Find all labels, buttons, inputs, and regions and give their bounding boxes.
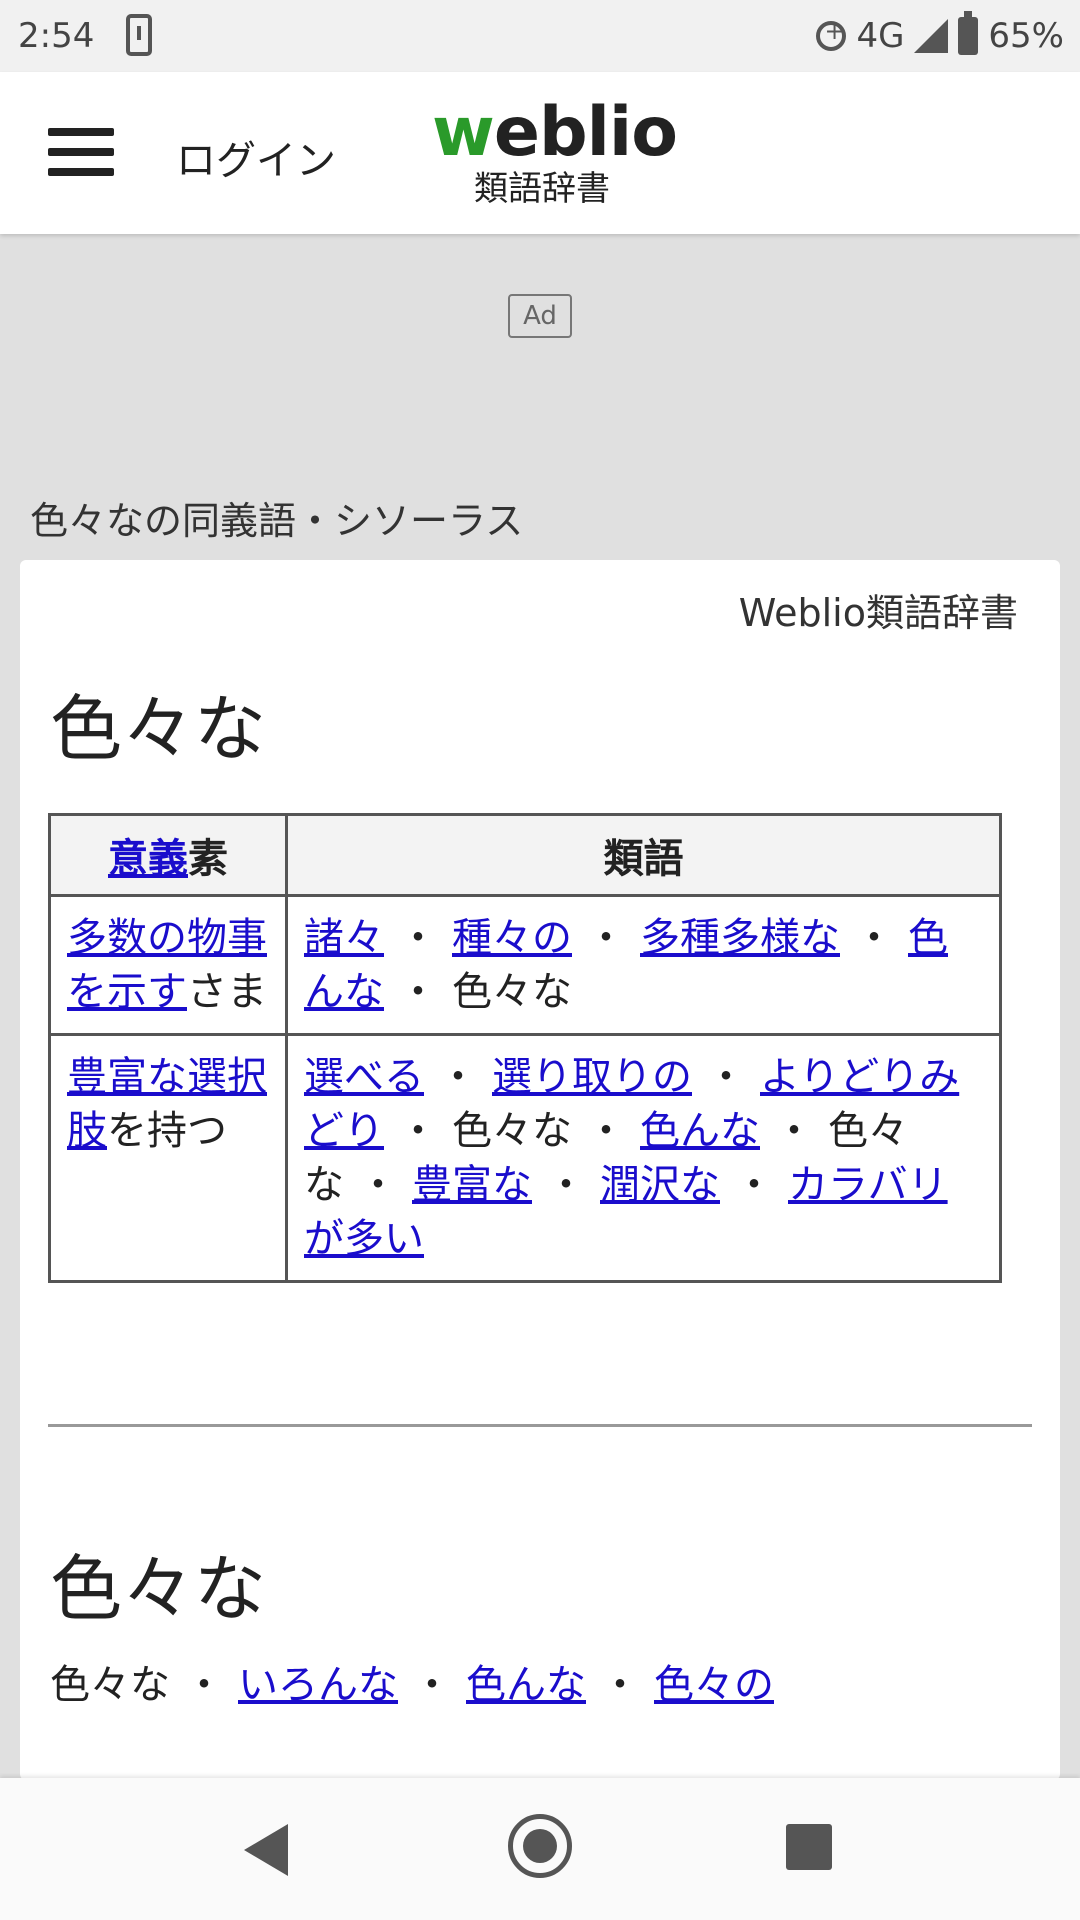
battery-percent: 65% <box>988 16 1064 56</box>
phone-notification-icon <box>126 14 152 56</box>
separator: ・ <box>774 1108 814 1154</box>
sense-rest: さま <box>187 969 267 1015</box>
table-row: 豊富な選択肢を持つ 選べる・選り取りの・よりどりみどり・色々な・色んな・色々な・… <box>48 1033 1002 1283</box>
signal-icon <box>914 19 949 53</box>
battery-icon <box>958 11 979 55</box>
logo-rest: eblio <box>493 93 678 172</box>
login-link[interactable]: ログイン <box>176 128 336 186</box>
synonym-text: 色々な <box>452 1108 572 1154</box>
synonym-link[interactable]: 色々の <box>654 1662 774 1708</box>
sense-cell: 豊富な選択肢を持つ <box>48 1033 288 1283</box>
synonym-list-2: 色々な・いろんな・色んな・色々の <box>50 1652 774 1710</box>
separator: ・ <box>184 1662 224 1708</box>
synonym-link[interactable]: 色んな <box>640 1108 760 1154</box>
synonym-link[interactable]: 諸々 <box>304 915 384 961</box>
synonym-link[interactable]: 豊富な <box>412 1162 532 1208</box>
separator: ・ <box>546 1162 586 1208</box>
sense-cell: 多数の物事を示すさま <box>48 894 288 1036</box>
synonym-table: 意義素 類語 多数の物事を示すさま 諸々・種々の・多種多様な・色んな・色々な 豊… <box>48 813 1002 1283</box>
section-label: 色々なの同義語・シソーラス <box>30 499 524 543</box>
table-header-row: 意義素 類語 <box>48 813 1002 897</box>
synonym-link[interactable]: いろんな <box>238 1662 398 1708</box>
synonym-link[interactable]: 多種多様な <box>640 915 840 961</box>
synonym-link[interactable]: 種々の <box>452 915 572 961</box>
app-header: ログイン weblio 類語辞書 <box>0 72 1080 234</box>
separator: ・ <box>398 1108 438 1154</box>
synonym-link[interactable]: 選べる <box>304 1054 424 1100</box>
separator: ・ <box>398 915 438 961</box>
data-saver-icon <box>816 17 847 51</box>
separator: ・ <box>586 1108 626 1154</box>
logo-w: w <box>432 93 495 172</box>
source-label: Weblio類語辞書 <box>738 591 1018 635</box>
separator: ・ <box>398 969 438 1015</box>
separator: ・ <box>438 1054 478 1100</box>
header-sense-rest: 素 <box>188 836 228 882</box>
synonym-link[interactable]: 選り取りの <box>492 1054 692 1100</box>
separator: ・ <box>734 1162 774 1208</box>
ad-badge[interactable]: Ad <box>508 294 572 338</box>
separator: ・ <box>586 915 626 961</box>
synonyms-cell: 諸々・種々の・多種多様な・色んな・色々な <box>285 894 1002 1036</box>
synonyms-cell: 選べる・選り取りの・よりどりみどり・色々な・色んな・色々な・豊富な・潤沢な・カラ… <box>285 1033 1002 1283</box>
word-title-2: 色々な <box>50 1547 267 1631</box>
separator: ・ <box>854 915 894 961</box>
header-sense-link[interactable]: 意義 <box>108 836 188 882</box>
logo-subtitle: 類語辞書 <box>474 169 610 209</box>
weblio-logo[interactable]: weblio 類語辞書 <box>432 93 678 209</box>
header-synonyms: 類語 <box>285 813 1002 897</box>
status-bar: 2:54 4G 65% <box>0 0 1080 72</box>
header-sense: 意義素 <box>48 813 288 897</box>
synonym-link[interactable]: 潤沢な <box>600 1162 720 1208</box>
separator: ・ <box>412 1662 452 1708</box>
word-title: 色々な <box>50 687 267 771</box>
table-row: 多数の物事を示すさま 諸々・種々の・多種多様な・色んな・色々な <box>48 894 1002 1036</box>
sense-rest: を持つ <box>107 1108 227 1154</box>
system-nav-bar <box>0 1778 1080 1920</box>
synonym-text: 色々な <box>50 1662 170 1708</box>
hamburger-menu-icon[interactable] <box>48 128 114 176</box>
separator: ・ <box>706 1054 746 1100</box>
synonym-text: 色々な <box>452 969 572 1015</box>
separator: ・ <box>358 1162 398 1208</box>
status-time: 2:54 <box>18 16 95 56</box>
network-type: 4G <box>856 16 905 56</box>
home-icon[interactable] <box>508 1814 572 1878</box>
recent-apps-icon[interactable] <box>786 1824 832 1870</box>
synonym-link[interactable]: 色んな <box>466 1662 586 1708</box>
thesaurus-card: Weblio類語辞書 色々な 意義素 類語 多数の物事を示すさま 諸々・種々の・… <box>20 560 1060 1780</box>
back-icon[interactable] <box>244 1824 288 1876</box>
divider <box>48 1424 1032 1427</box>
separator: ・ <box>600 1662 640 1708</box>
status-right: 4G 65% <box>816 11 1064 56</box>
